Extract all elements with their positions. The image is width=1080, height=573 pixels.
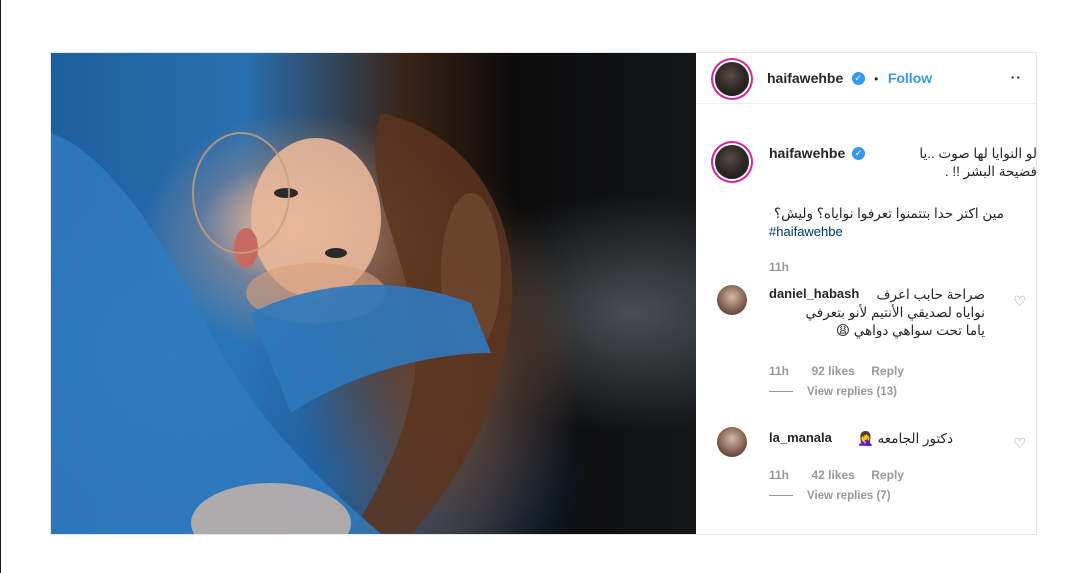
comment-1: daniel_habash صراحة حابب اعرف نواياه لصد… (769, 286, 1007, 340)
caption-author-username[interactable]: haifawehbe (769, 145, 845, 161)
verified-badge-icon: ✓ (851, 72, 865, 86)
comment-1-meta: 11h 92 likes Reply (769, 362, 904, 380)
comment-text-line-2: نواياه لصديقي الأنتيم لأنو بتعرفي (805, 305, 985, 320)
view-replies-label: View replies (13) (807, 386, 897, 398)
post-photo[interactable] (51, 53, 696, 534)
follow-button[interactable]: Follow (888, 70, 932, 86)
caption-line-1: لو النوايا لها صوت ..يا (919, 146, 1037, 161)
comment-username[interactable]: daniel_habash (769, 286, 859, 301)
separator-dot: • (874, 71, 879, 86)
caption-hashtag[interactable]: #haifawehbe (769, 224, 843, 239)
heart-icon[interactable]: ♡ (1013, 435, 1026, 452)
comment-time[interactable]: 11h (769, 364, 789, 378)
replies-divider-line (769, 495, 793, 497)
more-options-icon[interactable]: ·· (1011, 69, 1022, 85)
view-replies-label: View replies (7) (807, 490, 891, 502)
window-left-border (0, 0, 1, 573)
comment-1-first-row: daniel_habash صراحة حابب اعرف (769, 286, 1007, 304)
post-sidebar: haifawehbe ✓ • Follow ·· haifawehbe ✓ لو… (697, 53, 1037, 534)
comment-likes[interactable]: 42 likes (811, 468, 854, 482)
caption-line-2: فضيحة البشر !! . (944, 164, 1037, 179)
reply-button[interactable]: Reply (871, 364, 904, 378)
view-replies-button[interactable]: View replies (7) (769, 490, 891, 502)
heart-icon[interactable]: ♡ (1013, 293, 1026, 310)
photo-illustration (51, 113, 513, 534)
comment-avatar[interactable] (717, 285, 747, 315)
caption-block: haifawehbe ✓ لو النوايا لها صوت ..يا فضي… (769, 145, 1037, 181)
author-line: haifawehbe ✓ • Follow (767, 70, 932, 88)
caption-line-3: مين اكتر حدا بتتمنوا تعرفوا نواياه؟ وليش… (773, 206, 1004, 221)
caption-author-avatar[interactable] (715, 145, 749, 179)
caption-verified-icon: ✓ (852, 147, 865, 160)
view-replies-button[interactable]: View replies (13) (769, 386, 897, 398)
post-header: haifawehbe ✓ • Follow ·· (697, 53, 1036, 104)
replies-divider-line (769, 391, 793, 393)
author-avatar[interactable] (715, 62, 749, 96)
comment-2-meta: 11h 42 likes Reply (769, 466, 904, 484)
comment-text-line-1: صراحة حابب اعرف (876, 287, 985, 302)
instagram-post: haifawehbe ✓ • Follow ·· haifawehbe ✓ لو… (50, 52, 1037, 535)
comment-likes[interactable]: 92 likes (811, 364, 854, 378)
caption-time[interactable]: 11h (769, 260, 789, 274)
comment-time[interactable]: 11h (769, 468, 789, 482)
author-username[interactable]: haifawehbe (767, 70, 843, 86)
comment-2: la_manala دكتور الجامعه 🤦‍♀️ (769, 430, 1007, 448)
comment-text-line-3: ياما تحت سواهي دواهي 😩 (835, 323, 985, 338)
comment-avatar[interactable] (717, 427, 747, 457)
comment-username[interactable]: la_manala (769, 430, 832, 445)
comment-text-line-1: دكتور الجامعه 🤦‍♀️ (857, 431, 953, 446)
caption-first-row: haifawehbe ✓ لو النوايا لها صوت ..يا (769, 145, 1037, 163)
reply-button[interactable]: Reply (871, 468, 904, 482)
